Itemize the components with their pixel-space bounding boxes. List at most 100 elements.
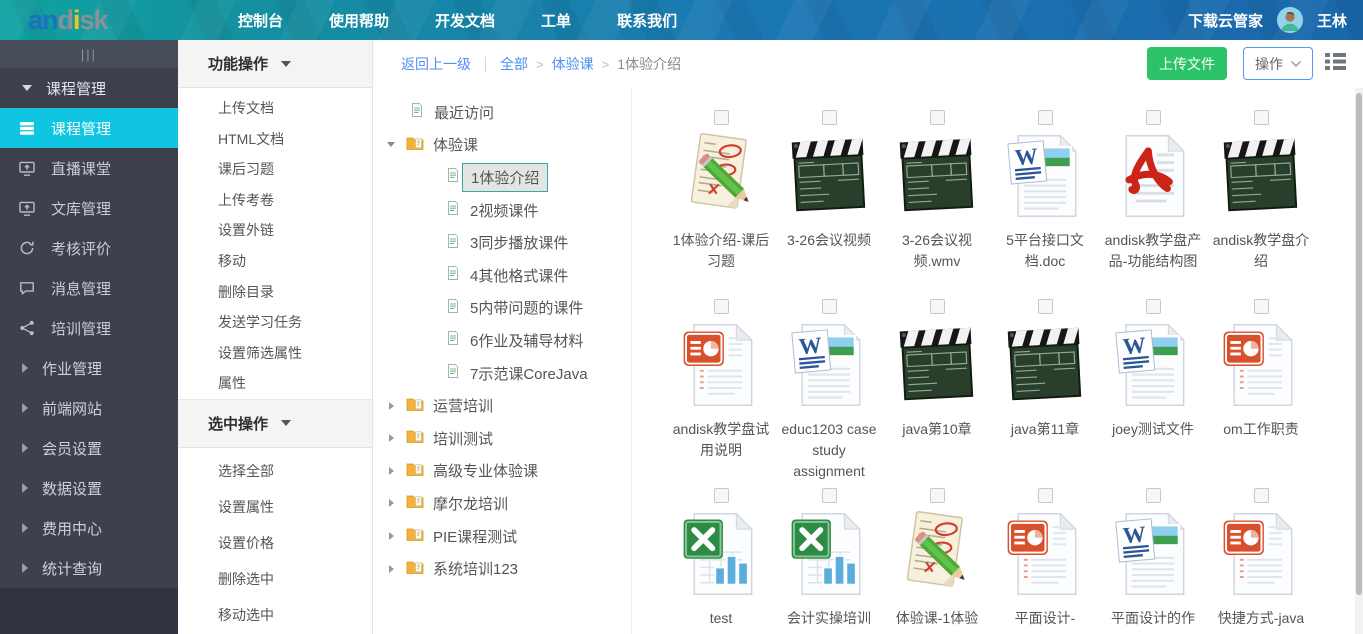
tree-folder-摩尔龙培训[interactable]: 摩尔龙培训 bbox=[373, 487, 631, 520]
top-nav-item[interactable]: 使用帮助 bbox=[329, 10, 389, 31]
selected-ops-header[interactable]: 选中操作 bbox=[178, 399, 372, 448]
sidebar-item-课程管理[interactable]: 课程管理 bbox=[0, 108, 178, 148]
file-checkbox[interactable] bbox=[930, 299, 945, 314]
file-item[interactable]: andisk教学盘试用说明 bbox=[667, 299, 775, 488]
file-item[interactable]: 会计实操培训 bbox=[775, 488, 883, 634]
top-nav-item[interactable]: 联系我们 bbox=[617, 10, 677, 31]
tree-item-3同步播放课件[interactable]: 3同步播放课件 bbox=[373, 226, 631, 259]
sidebar-item-培训管理[interactable]: 培训管理 bbox=[0, 308, 178, 348]
tree-item-2视频课件[interactable]: 2视频课件 bbox=[373, 194, 631, 227]
top-nav-item[interactable]: 控制台 bbox=[238, 10, 283, 31]
tree-item-1体验介绍[interactable]: 1体验介绍 bbox=[373, 161, 631, 194]
vertical-scrollbar[interactable] bbox=[1355, 88, 1363, 634]
sidebar-item-文库管理[interactable]: 文库管理 bbox=[0, 188, 178, 228]
file-checkbox[interactable] bbox=[1038, 110, 1053, 125]
selected-op-item[interactable]: 移动选中 bbox=[178, 597, 372, 633]
file-checkbox[interactable] bbox=[1038, 488, 1053, 503]
sidebar-group-course-management[interactable]: 课程管理 bbox=[0, 68, 178, 108]
sidebar-item-直播课堂[interactable]: 直播课堂 bbox=[0, 148, 178, 188]
file-item[interactable]: andisk教学盘介绍 bbox=[1207, 110, 1315, 299]
function-op-item[interactable]: 上传考卷 bbox=[178, 185, 372, 216]
back-to-parent-link[interactable]: 返回上一级 bbox=[401, 54, 471, 74]
sidebar-group-作业管理[interactable]: 作业管理 bbox=[0, 348, 178, 388]
sidebar-item-label: 消息管理 bbox=[51, 278, 111, 299]
list-view-toggle-icon[interactable] bbox=[1325, 53, 1346, 70]
scrollbar-thumb[interactable] bbox=[1356, 93, 1362, 595]
function-op-item[interactable]: 设置外链 bbox=[178, 215, 372, 246]
download-cloud-manager-link[interactable]: 下载云管家 bbox=[1188, 10, 1263, 31]
file-checkbox[interactable] bbox=[1254, 110, 1269, 125]
file-checkbox[interactable] bbox=[1254, 299, 1269, 314]
file-checkbox[interactable] bbox=[1146, 110, 1161, 125]
function-op-item[interactable]: 上传文档 bbox=[178, 93, 372, 124]
file-checkbox[interactable] bbox=[714, 110, 729, 125]
file-item[interactable]: W平面设计的作 bbox=[1099, 488, 1207, 634]
tree-item-6作业及辅导材料[interactable]: 6作业及辅导材料 bbox=[373, 324, 631, 357]
tree-folder-培训测试[interactable]: 培训测试 bbox=[373, 422, 631, 455]
tree-item-7示范课CoreJava[interactable]: 7示范课CoreJava bbox=[373, 357, 631, 390]
tree-item-4其他格式课件[interactable]: 4其他格式课件 bbox=[373, 259, 631, 292]
selected-op-item[interactable]: 设置价格 bbox=[178, 525, 372, 561]
user-avatar[interactable] bbox=[1277, 7, 1303, 33]
function-op-item[interactable]: 删除目录 bbox=[178, 277, 372, 308]
action-dropdown-button[interactable]: 操作 bbox=[1243, 47, 1313, 80]
selected-op-item[interactable]: 选择全部 bbox=[178, 453, 372, 489]
top-nav-item[interactable]: 开发文档 bbox=[435, 10, 495, 31]
sidebar-group-费用中心[interactable]: 费用中心 bbox=[0, 508, 178, 548]
tree-folder-系统培训123[interactable]: 系统培训123 bbox=[373, 552, 631, 585]
function-op-item[interactable]: 属性 bbox=[178, 368, 372, 399]
breadcrumb-link[interactable]: 体验课 bbox=[552, 56, 594, 72]
function-op-item[interactable]: HTML文档 bbox=[178, 124, 372, 155]
breadcrumb-link[interactable]: 全部 bbox=[500, 56, 528, 72]
file-item[interactable]: 3-26会议视频.wmv bbox=[883, 110, 991, 299]
selected-op-item[interactable]: 删除选中 bbox=[178, 561, 372, 597]
file-item[interactable]: java第10章 bbox=[883, 299, 991, 488]
file-checkbox[interactable] bbox=[1038, 299, 1053, 314]
sidebar-group-会员设置[interactable]: 会员设置 bbox=[0, 428, 178, 468]
sidebar-collapse-button[interactable]: ||| bbox=[0, 40, 178, 68]
file-checkbox[interactable] bbox=[822, 488, 837, 503]
file-item[interactable]: 体验课-1体验 bbox=[883, 488, 991, 634]
file-checkbox[interactable] bbox=[714, 488, 729, 503]
sidebar-item-消息管理[interactable]: 消息管理 bbox=[0, 268, 178, 308]
tree-folder-PIE课程测试[interactable]: PIE课程测试 bbox=[373, 520, 631, 553]
function-op-item[interactable]: 课后习题 bbox=[178, 154, 372, 185]
file-item[interactable]: andisk教学盘产品-功能结构图 bbox=[1099, 110, 1207, 299]
file-checkbox[interactable] bbox=[930, 488, 945, 503]
tree-item-recent[interactable]: 最近访问 bbox=[373, 96, 631, 129]
upload-file-button[interactable]: 上传文件 bbox=[1147, 47, 1227, 80]
file-item[interactable]: W5平台接口文档.doc bbox=[991, 110, 1099, 299]
file-checkbox[interactable] bbox=[822, 110, 837, 125]
function-op-item[interactable]: 设置筛选属性 bbox=[178, 338, 372, 369]
file-item[interactable]: Wjoey测试文件 bbox=[1099, 299, 1207, 488]
top-nav-item[interactable]: 工单 bbox=[541, 10, 571, 31]
file-item[interactable]: java第11章 bbox=[991, 299, 1099, 488]
file-item[interactable]: Weduc1203 case study assignment bbox=[775, 299, 883, 488]
file-item[interactable]: 1体验介绍-课后习题 bbox=[667, 110, 775, 299]
tree-folder-运营培训[interactable]: 运营培训 bbox=[373, 389, 631, 422]
sidebar-group-统计查询[interactable]: 统计查询 bbox=[0, 548, 178, 588]
file-checkbox[interactable] bbox=[1146, 488, 1161, 503]
selected-op-item[interactable]: 设置属性 bbox=[178, 489, 372, 525]
tree-item-5内带问题的课件[interactable]: 5内带问题的课件 bbox=[373, 292, 631, 325]
function-op-item[interactable]: 发送学习任务 bbox=[178, 307, 372, 338]
function-op-item[interactable]: 移动 bbox=[178, 246, 372, 277]
sidebar-group-前端网站[interactable]: 前端网站 bbox=[0, 388, 178, 428]
file-checkbox[interactable] bbox=[714, 299, 729, 314]
file-checkbox[interactable] bbox=[930, 110, 945, 125]
video-clapperboard-icon bbox=[891, 319, 983, 411]
tree-folder-高级专业体验课[interactable]: 高级专业体验课 bbox=[373, 455, 631, 488]
file-item[interactable]: om工作职责 bbox=[1207, 299, 1315, 488]
username-label[interactable]: 王林 bbox=[1317, 10, 1347, 31]
file-item[interactable]: 平面设计- bbox=[991, 488, 1099, 634]
file-item[interactable]: 快捷方式-java bbox=[1207, 488, 1315, 634]
file-checkbox[interactable] bbox=[822, 299, 837, 314]
file-checkbox[interactable] bbox=[1254, 488, 1269, 503]
sidebar-item-考核评价[interactable]: 考核评价 bbox=[0, 228, 178, 268]
tree-folder-root[interactable]: 体验课 bbox=[373, 129, 631, 162]
file-item[interactable]: test bbox=[667, 488, 775, 634]
function-ops-header[interactable]: 功能操作 bbox=[178, 40, 372, 88]
file-item[interactable]: 3-26会议视频 bbox=[775, 110, 883, 299]
file-checkbox[interactable] bbox=[1146, 299, 1161, 314]
sidebar-group-数据设置[interactable]: 数据设置 bbox=[0, 468, 178, 508]
